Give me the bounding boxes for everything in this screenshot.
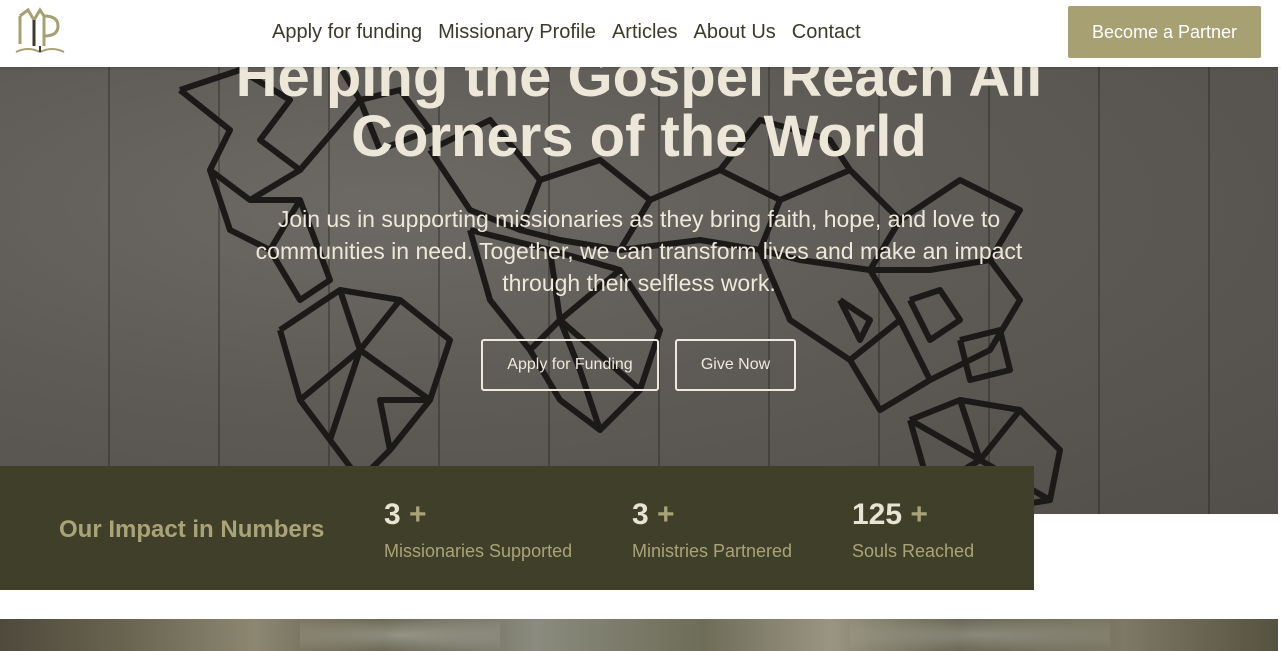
hero-section: Helping the Gospel Reach All Corners of … [0,0,1278,514]
hero-title-line2: Corners of the World [351,104,927,169]
stat-number: 3 + [384,498,572,532]
nav-missionary-profile[interactable]: Missionary Profile [438,20,596,44]
stat-label: Missionaries Supported [384,541,573,561]
stat-plus: + [657,498,675,531]
nav-contact[interactable]: Contact [792,20,861,44]
stat-number: 125 + [852,498,974,532]
stat-value: 3 [632,498,649,531]
stat-plus: + [409,498,427,531]
give-now-button[interactable]: Give Now [675,339,796,391]
nav-apply-for-funding[interactable]: Apply for funding [272,20,422,44]
stat-label: Souls Reached [852,541,975,561]
stat-souls: 125 + Souls Reached [852,498,974,562]
apply-for-funding-button[interactable]: Apply for Funding [481,339,659,391]
impact-section: Our Impact in Numbers 3 + Missionaries S… [0,466,1034,590]
stat-ministries: 3 + Ministries Partnered [632,498,792,562]
main-nav: Apply for funding Missionary Profile Art… [272,20,861,44]
section-photo-image [0,619,1278,651]
page: Helping the Gospel Reach All Corners of … [0,0,1281,651]
logo-icon[interactable] [14,6,66,58]
nav-about-us[interactable]: About Us [694,20,776,44]
impact-title: Our Impact in Numbers [59,516,325,543]
stat-number: 3 + [632,498,792,532]
photo-highlight [300,619,500,651]
navbar: Apply for funding Missionary Profile Art… [0,0,1281,67]
hero-subtitle: Join us in supporting missionaries as th… [255,206,1023,296]
stat-value: 3 [384,498,401,531]
become-a-partner-button[interactable]: Become a Partner [1068,6,1261,58]
stat-plus: + [910,498,928,531]
stat-value: 125 [852,498,903,531]
nav-articles[interactable]: Articles [612,20,678,44]
stat-missionaries: 3 + Missionaries Supported [384,498,572,562]
photo-highlight [850,619,1110,651]
stat-label: Ministries Partnered [632,541,793,561]
